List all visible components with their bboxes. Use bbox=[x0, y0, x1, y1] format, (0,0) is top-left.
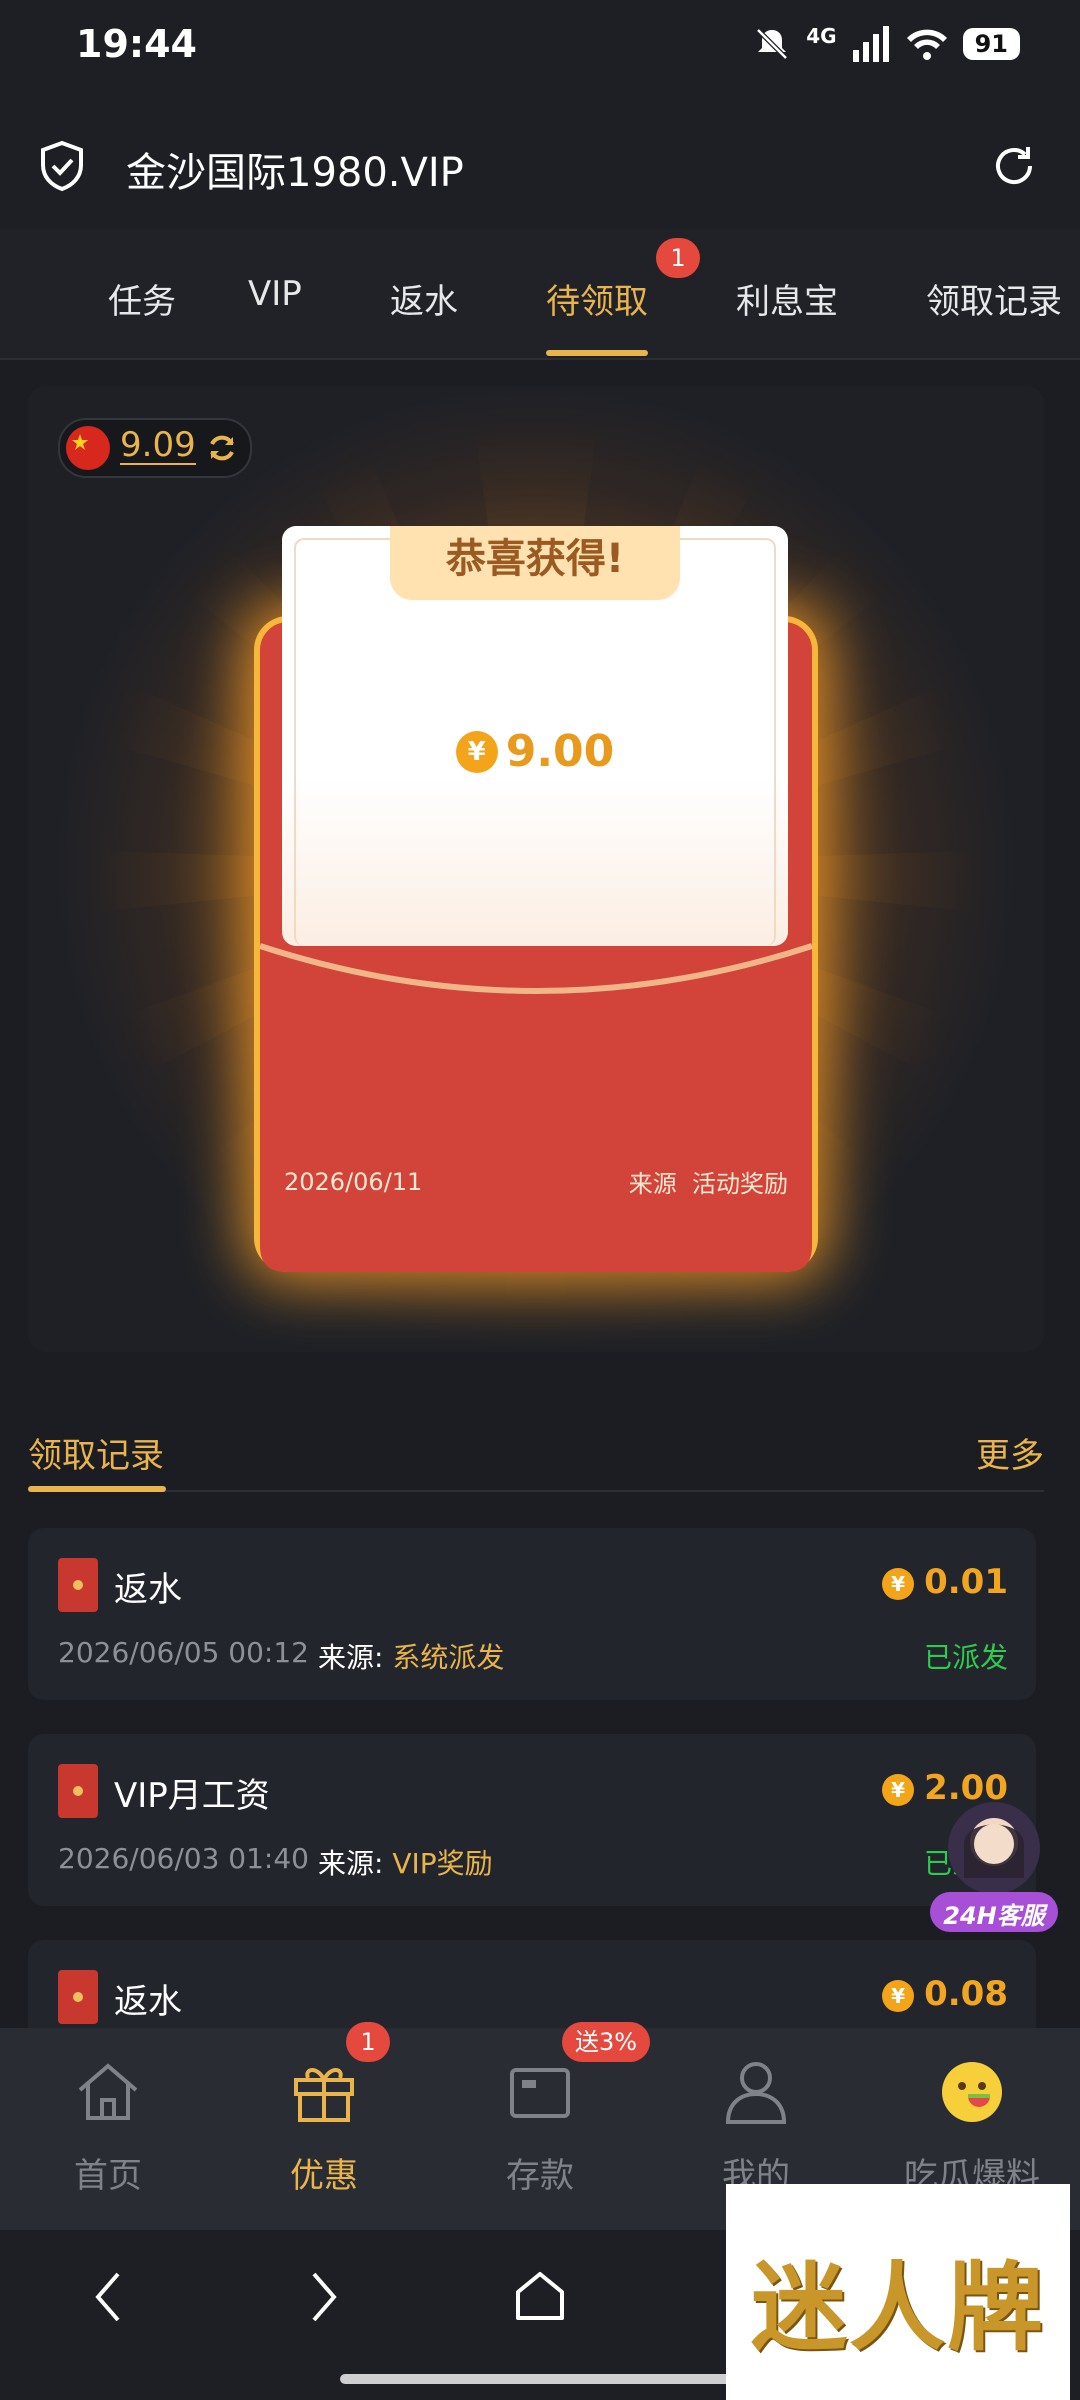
customer-service-button[interactable]: 24H客服 bbox=[924, 1796, 1064, 1942]
home-icon bbox=[78, 2063, 138, 2120]
record-source: 来源: VIP奖励 bbox=[318, 1847, 493, 1880]
status-icons: 4G 91 bbox=[752, 24, 1020, 64]
signal-icon bbox=[852, 26, 889, 62]
nav-deposit-badge: 送3% bbox=[562, 2022, 650, 2062]
status-bar: 19:44 4G 91 bbox=[0, 0, 1080, 90]
tab-interest[interactable]: 利息宝 bbox=[736, 274, 838, 323]
record-status: 已派发 bbox=[923, 1641, 1008, 1674]
record-row[interactable]: 返水 ¥0.01 2026/06/05 00:12 来源: 系统派发 已派发 bbox=[28, 1528, 1036, 1700]
more-link[interactable]: 更多 bbox=[976, 1428, 1044, 1477]
nav-promotions[interactable]: 1 优惠 bbox=[216, 2022, 432, 2230]
battery-level: 91 bbox=[962, 28, 1020, 60]
nav-home[interactable]: 首页 bbox=[0, 2028, 216, 2230]
balance-value: 9.09 bbox=[120, 425, 196, 465]
page-title: 金沙国际1980.VIP bbox=[126, 150, 464, 196]
watermark-logo: 迷人牌 bbox=[726, 2184, 1070, 2400]
tab-tasks[interactable]: 任务 bbox=[108, 274, 176, 323]
yuan-coin-icon: ¥ bbox=[882, 1567, 915, 1600]
home-indicator[interactable] bbox=[340, 2374, 740, 2384]
nav-deposit-label: 存款 bbox=[506, 2156, 574, 2196]
network-label: 4G bbox=[806, 24, 837, 48]
wifi-icon bbox=[906, 29, 947, 60]
mute-bell-icon bbox=[756, 28, 789, 60]
record-title: 返水 bbox=[114, 1982, 182, 2022]
tab-vip[interactable]: VIP bbox=[248, 274, 302, 314]
record-source: 来源: 系统派发 bbox=[318, 1641, 505, 1674]
forward-icon[interactable] bbox=[306, 2270, 340, 2324]
user-icon bbox=[725, 2062, 787, 2124]
records-title[interactable]: 领取记录 bbox=[28, 1428, 164, 1477]
tab-claim-records[interactable]: 领取记录 bbox=[926, 274, 1062, 323]
nav-promotions-badge: 1 bbox=[346, 2022, 390, 2062]
watermark-text: 迷人牌 bbox=[751, 2252, 1045, 2364]
reward-card: 恭喜获得! ¥9.00 bbox=[282, 526, 788, 946]
red-envelope-icon bbox=[58, 1558, 98, 1612]
balance-pill[interactable]: 9.09 bbox=[58, 418, 252, 478]
congrats-text: 恭喜获得! bbox=[445, 536, 625, 582]
tab-rebate[interactable]: 返水 bbox=[390, 274, 458, 323]
refresh-balance-icon[interactable] bbox=[206, 432, 238, 464]
record-amount: ¥0.01 bbox=[882, 1562, 1008, 1602]
record-time: 2026/06/05 00:12 bbox=[58, 1636, 309, 1669]
record-row[interactable]: VIP月工资 ¥2.00 2026/06/03 01:40 来源: VIP奖励 … bbox=[28, 1734, 1036, 1906]
envelope-date: 2026/06/11 bbox=[284, 1168, 423, 1196]
shield-check-icon[interactable] bbox=[38, 140, 86, 192]
back-icon[interactable] bbox=[92, 2270, 126, 2324]
records-header: 领取记录 更多 bbox=[28, 1420, 1044, 1500]
nav-promotions-label: 优惠 bbox=[290, 2156, 358, 2196]
envelope-source: 来源 活动奖励 bbox=[628, 1170, 788, 1198]
yuan-coin-icon: ¥ bbox=[882, 1979, 915, 2012]
nav-home-label: 首页 bbox=[74, 2156, 142, 2196]
envelope-flap bbox=[260, 943, 812, 1272]
tab-active-indicator bbox=[546, 350, 648, 356]
melon-emoji-icon bbox=[942, 2062, 1002, 2122]
tab-pending-badge: 1 bbox=[656, 238, 700, 278]
service-label: 24H客服 bbox=[943, 1902, 1045, 1930]
refresh-icon[interactable] bbox=[990, 142, 1038, 190]
wallet-icon bbox=[510, 2068, 570, 2118]
records-active-indicator bbox=[28, 1486, 166, 1492]
yuan-coin-icon: ¥ bbox=[882, 1773, 915, 1806]
category-tabs: 任务 VIP 返水 待领取 1 利息宝 领取记录 bbox=[0, 230, 1080, 360]
red-packet-panel: 9.09 恭喜获得! ¥9.00 2026/06/11 来源 活动奖励 bbox=[28, 386, 1044, 1352]
china-flag-icon bbox=[66, 426, 110, 470]
reward-amount: ¥9.00 bbox=[282, 726, 788, 777]
red-envelope-icon bbox=[58, 1764, 98, 1818]
status-time: 19:44 bbox=[76, 22, 197, 66]
record-time: 2026/06/03 01:40 bbox=[58, 1842, 309, 1875]
reward-amount-value: 9.00 bbox=[505, 726, 615, 777]
yuan-coin-icon: ¥ bbox=[455, 730, 498, 773]
record-title: 返水 bbox=[114, 1570, 182, 1610]
record-amount: ¥0.08 bbox=[882, 1974, 1008, 2014]
tab-pending[interactable]: 待领取 bbox=[546, 274, 648, 323]
nav-deposit[interactable]: 送3% 存款 bbox=[432, 2022, 650, 2230]
top-bar: 金沙国际1980.VIP bbox=[0, 90, 1080, 230]
gift-icon bbox=[294, 2068, 354, 2122]
record-title: VIP月工资 bbox=[114, 1776, 270, 1816]
congrats-ribbon: 恭喜获得! bbox=[390, 526, 680, 600]
red-envelope-icon bbox=[58, 1970, 98, 2024]
home-button-icon[interactable] bbox=[512, 2268, 568, 2324]
